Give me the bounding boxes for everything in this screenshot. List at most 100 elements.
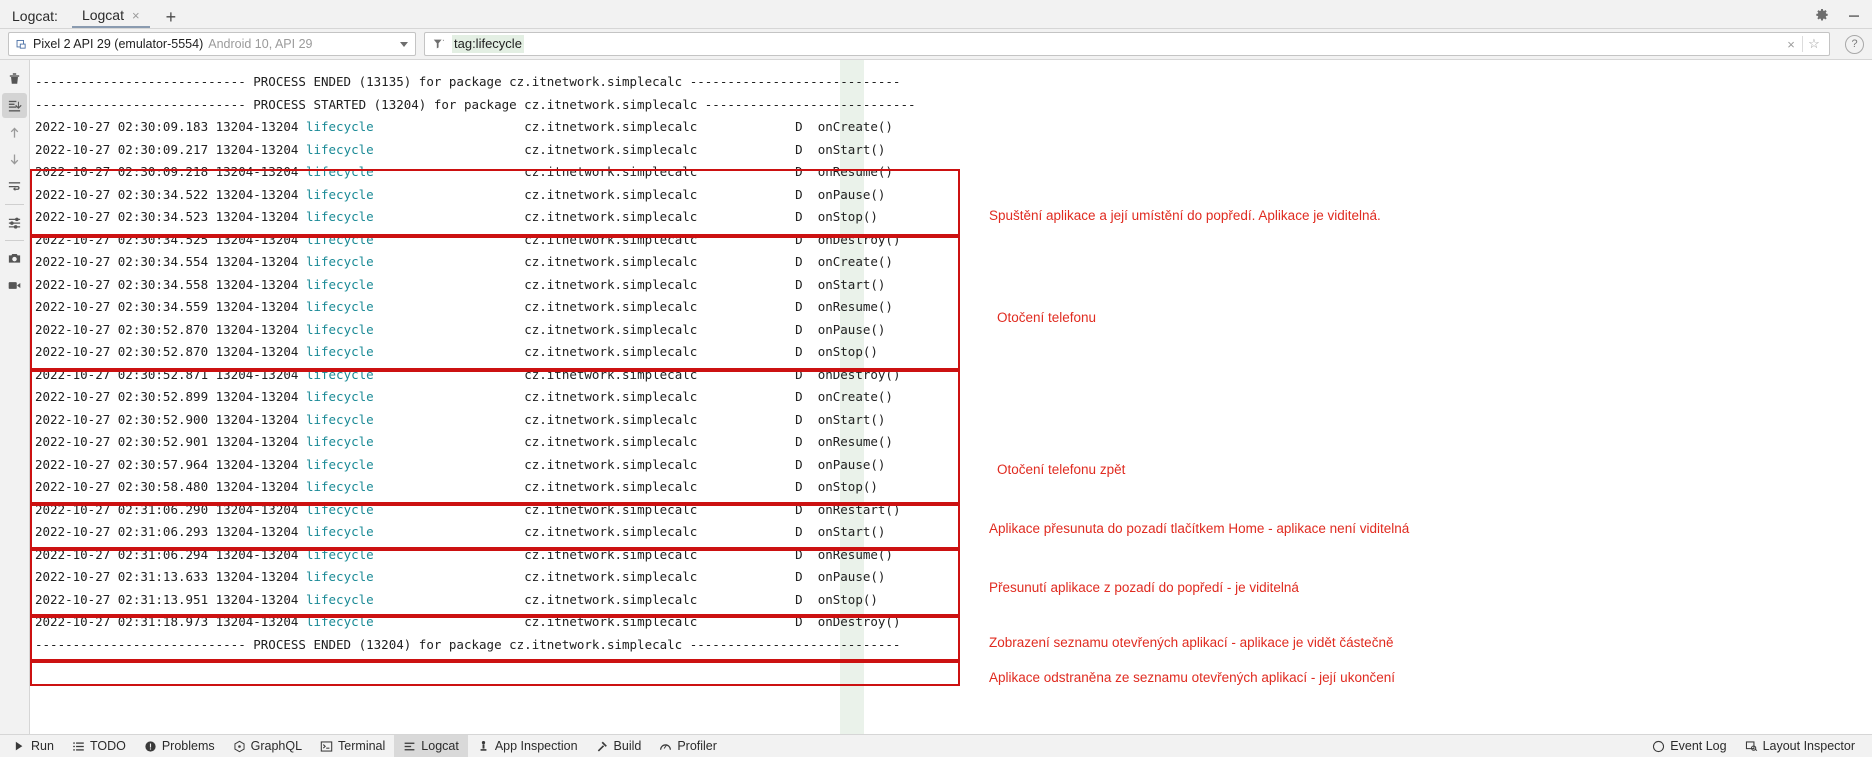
log-message: onPause(): [818, 457, 886, 472]
favorite-filter-icon[interactable]: ☆: [1803, 34, 1825, 54]
tab-logcat[interactable]: Logcat ×: [72, 8, 150, 28]
log-package: cz.itnetwork.simplecalc: [524, 322, 787, 337]
log-message: onPause(): [818, 569, 886, 584]
help-icon[interactable]: ?: [1845, 35, 1864, 54]
log-level: D: [788, 277, 818, 292]
previous-occurrence-button[interactable]: [2, 120, 27, 145]
status-bar-item-label: App Inspection: [495, 739, 578, 753]
tab-logcat-label: Logcat: [82, 8, 124, 22]
log-level: D: [788, 187, 818, 202]
log-tag: lifecycle: [306, 434, 524, 449]
log-level: D: [788, 299, 818, 314]
log-row[interactable]: 2022-10-27 02:30:58.480 13204-13204 life…: [35, 476, 1872, 499]
log-timestamp: 2022-10-27 02:30:34.525 13204-13204: [35, 232, 306, 247]
configure-filters-button[interactable]: [2, 210, 27, 235]
log-row[interactable]: 2022-10-27 02:30:09.217 13204-13204 life…: [35, 139, 1872, 162]
log-row[interactable]: 2022-10-27 02:31:13.951 13204-13204 life…: [35, 589, 1872, 612]
filter-query-text: tag:lifecycle: [452, 35, 524, 53]
log-row[interactable]: 2022-10-27 02:31:13.633 13204-13204 life…: [35, 566, 1872, 589]
logcat-side-toolbar: [0, 60, 30, 737]
log-filter-field[interactable]: tag:lifecycle × ☆: [424, 32, 1830, 56]
log-timestamp: 2022-10-27 02:30:09.217 13204-13204: [35, 142, 306, 157]
status-bar-item-label: Run: [31, 739, 54, 753]
log-row[interactable]: 2022-10-27 02:31:18.973 13204-13204 life…: [35, 611, 1872, 634]
status-bar-item-profiler[interactable]: Profiler: [650, 735, 726, 757]
annotation-label: Zobrazení seznamu otevřených aplikací - …: [989, 636, 1393, 650]
log-tag: lifecycle: [306, 412, 524, 427]
screen-record-button[interactable]: [2, 273, 27, 298]
log-row[interactable]: 2022-10-27 02:30:52.899 13204-13204 life…: [35, 386, 1872, 409]
log-message: onResume(): [818, 164, 893, 179]
status-bar-item-terminal[interactable]: Terminal: [311, 735, 394, 757]
app-inspection-icon: [477, 740, 490, 753]
log-row[interactable]: 2022-10-27 02:30:52.901 13204-13204 life…: [35, 431, 1872, 454]
close-icon[interactable]: ×: [132, 9, 140, 22]
status-bar-item-logcat[interactable]: Logcat: [394, 735, 468, 757]
log-package: cz.itnetwork.simplecalc: [524, 434, 787, 449]
log-row[interactable]: 2022-10-27 02:30:34.559 13204-13204 life…: [35, 296, 1872, 319]
log-package: cz.itnetwork.simplecalc: [524, 187, 787, 202]
next-occurrence-button[interactable]: [2, 147, 27, 172]
logcat-toolbar: Pixel 2 API 29 (emulator-5554) Android 1…: [0, 29, 1872, 60]
sliders-icon: [7, 215, 22, 230]
device-selector[interactable]: Pixel 2 API 29 (emulator-5554) Android 1…: [8, 32, 416, 56]
annotation-label: Otočení telefonu zpět: [997, 463, 1125, 477]
log-row[interactable]: 2022-10-27 02:30:34.523 13204-13204 life…: [35, 206, 1872, 229]
log-message: onStart(): [818, 524, 886, 539]
log-package: cz.itnetwork.simplecalc: [524, 502, 787, 517]
log-row[interactable]: 2022-10-27 02:31:06.294 13204-13204 life…: [35, 544, 1872, 567]
status-bar-item-todo[interactable]: TODO: [63, 735, 135, 757]
log-timestamp: 2022-10-27 02:30:52.870 13204-13204: [35, 344, 306, 359]
log-timestamp: 2022-10-27 02:30:52.900 13204-13204: [35, 412, 306, 427]
status-bar-item-layout-inspector[interactable]: Layout Inspector: [1736, 735, 1864, 757]
log-row[interactable]: 2022-10-27 02:30:52.870 13204-13204 life…: [35, 341, 1872, 364]
chevron-down-icon[interactable]: [400, 42, 408, 47]
status-bar-item-label: Layout Inspector: [1763, 739, 1855, 753]
clear-logcat-button[interactable]: [2, 66, 27, 91]
add-tab-button[interactable]: +: [150, 8, 189, 28]
logcat-output-pane[interactable]: ---------------------------- PROCESS END…: [30, 60, 1872, 737]
log-row[interactable]: 2022-10-27 02:30:57.964 13204-13204 life…: [35, 454, 1872, 477]
arrow-down-icon: [7, 152, 22, 167]
annotation-label: Spuštění aplikace a její umístění do pop…: [989, 209, 1381, 223]
screenshot-button[interactable]: [2, 246, 27, 271]
minimize-icon[interactable]: [1846, 8, 1862, 24]
log-level: D: [788, 412, 818, 427]
filter-icon[interactable]: [432, 37, 446, 51]
log-timestamp: 2022-10-27 02:30:09.218 13204-13204: [35, 164, 306, 179]
log-row[interactable]: 2022-10-27 02:30:09.218 13204-13204 life…: [35, 161, 1872, 184]
log-tag: lifecycle: [306, 367, 524, 382]
list-icon: [72, 740, 85, 753]
log-tag: lifecycle: [306, 277, 524, 292]
hammer-icon: [596, 740, 609, 753]
log-row[interactable]: 2022-10-27 02:30:34.522 13204-13204 life…: [35, 184, 1872, 207]
status-bar-item-graphql[interactable]: GraphQL: [224, 735, 311, 757]
divider: [5, 240, 24, 241]
clear-filter-icon[interactable]: ×: [1780, 34, 1802, 54]
log-row[interactable]: 2022-10-27 02:30:09.183 13204-13204 life…: [35, 116, 1872, 139]
scroll-to-end-button[interactable]: [2, 93, 27, 118]
log-timestamp: 2022-10-27 02:31:13.633 13204-13204: [35, 569, 306, 584]
filter-actions: × ☆: [1780, 34, 1825, 54]
log-row[interactable]: 2022-10-27 02:31:06.290 13204-13204 life…: [35, 499, 1872, 522]
status-bar-item-event-log[interactable]: Event Log: [1643, 735, 1735, 757]
log-row[interactable]: 2022-10-27 02:30:52.900 13204-13204 life…: [35, 409, 1872, 432]
log-row[interactable]: 2022-10-27 02:30:52.871 13204-13204 life…: [35, 364, 1872, 387]
log-tag: lifecycle: [306, 254, 524, 269]
soft-wrap-button[interactable]: [2, 174, 27, 199]
log-row[interactable]: 2022-10-27 02:31:06.293 13204-13204 life…: [35, 521, 1872, 544]
log-timestamp: 2022-10-27 02:31:13.951 13204-13204: [35, 592, 306, 607]
status-bar-item-build[interactable]: Build: [587, 735, 651, 757]
status-bar-item-problems[interactable]: Problems: [135, 735, 224, 757]
log-tag: lifecycle: [306, 524, 524, 539]
log-package: cz.itnetwork.simplecalc: [524, 592, 787, 607]
log-row[interactable]: 2022-10-27 02:30:52.870 13204-13204 life…: [35, 319, 1872, 342]
log-row[interactable]: 2022-10-27 02:30:34.554 13204-13204 life…: [35, 251, 1872, 274]
log-timestamp: 2022-10-27 02:30:52.870 13204-13204: [35, 322, 306, 337]
log-row[interactable]: 2022-10-27 02:30:34.558 13204-13204 life…: [35, 274, 1872, 297]
status-bar-item-run[interactable]: Run: [4, 735, 63, 757]
annotation-label: Přesunutí aplikace z pozadí do popředí -…: [989, 581, 1299, 595]
gear-icon[interactable]: [1814, 8, 1830, 24]
log-row[interactable]: 2022-10-27 02:30:34.525 13204-13204 life…: [35, 229, 1872, 252]
status-bar-item-app-inspection[interactable]: App Inspection: [468, 735, 587, 757]
